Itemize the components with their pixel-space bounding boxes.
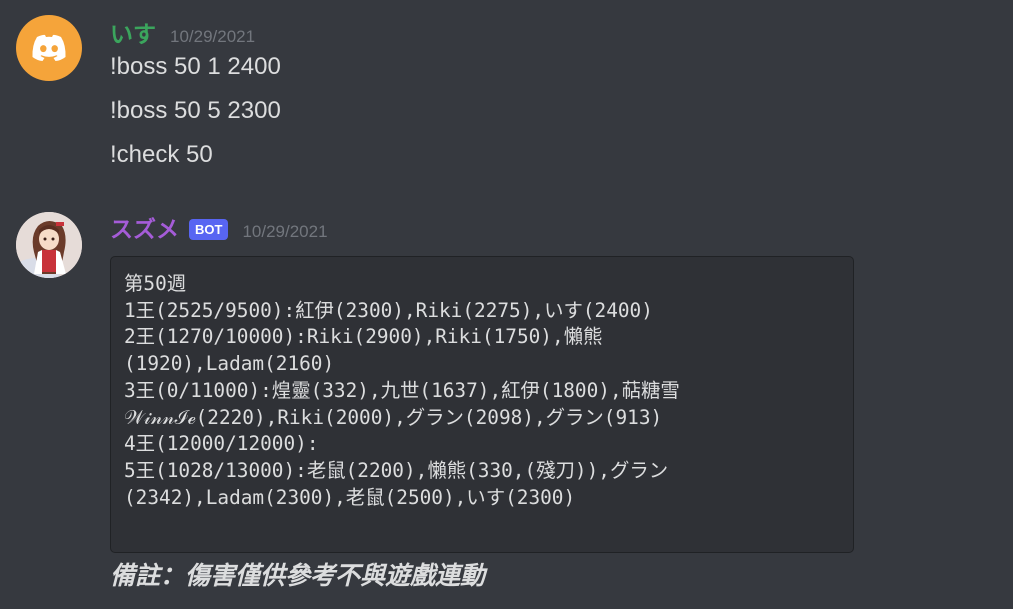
message-text: !boss 50 5 2300: [110, 97, 281, 124]
message-header: スズメ BOT 10/29/2021: [110, 210, 328, 244]
timestamp: 10/29/2021: [242, 222, 328, 241]
message-text: !check 50: [110, 141, 213, 168]
anime-girl-avatar-icon: [16, 212, 82, 278]
footnote-text: 備註：傷害僅供參考不與遊戲連動: [110, 561, 486, 590]
username[interactable]: いす: [110, 15, 156, 49]
code-line: 第50週: [124, 272, 187, 295]
discord-logo-icon: [32, 34, 66, 61]
username[interactable]: スズメ: [110, 210, 179, 244]
code-line: (1920),Ladam(2160): [124, 352, 335, 376]
bot-avatar[interactable]: [16, 212, 82, 278]
code-block: 第50週 1王(2525/9500):紅伊(2300),Riki(2275),い…: [110, 256, 854, 553]
code-line: 2王(1270/10000):Riki(2900),Riki(1750),懶熊: [124, 325, 603, 349]
bot-badge: BOT: [189, 219, 229, 240]
code-line: 𝒲𝒾𝓃𝓃ℐℯ(2220),Riki(2000),グラン(2098),グラン(91…: [124, 405, 663, 429]
code-line: (2342),Ladam(2300),老鼠(2500),いす(2300): [124, 485, 576, 509]
timestamp: 10/29/2021: [170, 27, 256, 46]
code-line: 5王(1028/13000):老鼠(2200),懶熊(330,(殘刀)),グラン: [124, 458, 669, 482]
message-text: !boss 50 1 2400: [110, 53, 281, 80]
code-line: 3王(0/11000):煌靈(332),九世(1637),紅伊(1800),萜糖…: [124, 378, 680, 402]
chat-messages: いす 10/29/2021 !boss 50 1 2400 !boss 50 5…: [0, 0, 1013, 609]
code-line: 4王(12000/12000):: [124, 432, 319, 456]
code-line: 1王(2525/9500):紅伊(2300),Riki(2275),いす(240…: [124, 298, 653, 322]
message-header: いす 10/29/2021: [110, 15, 255, 49]
user-avatar[interactable]: [16, 15, 82, 81]
